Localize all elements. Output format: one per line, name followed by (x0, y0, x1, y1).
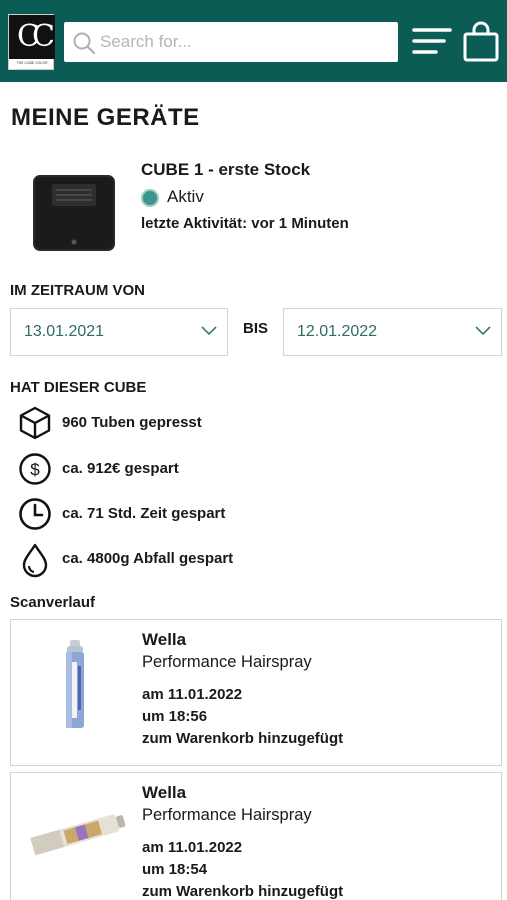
clock-icon (19, 498, 51, 530)
last-activity: letzte Aktivität: vor 1 Minuten (141, 215, 349, 232)
menu-icon (412, 28, 452, 54)
search-icon (73, 32, 96, 55)
stat-waste-text: ca. 4800g Abfall gespart (62, 550, 234, 567)
entry-date: am 11.01.2022 (142, 686, 243, 703)
svg-text:$: $ (30, 460, 40, 479)
entry-action: zum Warenkorb hinzugefügt (142, 883, 344, 900)
history-entry[interactable]: Wella Performance Hairspray am 11.01.202… (10, 772, 502, 900)
device-name[interactable]: CUBE 1 - erste Stock (141, 160, 310, 180)
entry-date: am 11.01.2022 (142, 839, 243, 856)
stat-tubes-text: 960 Tuben gepresst (62, 414, 202, 431)
chevron-down-icon (475, 326, 491, 336)
date-from-select[interactable]: 13.01.2021 (10, 308, 228, 356)
chevron-down-icon (201, 326, 217, 336)
search-bar[interactable] (64, 22, 398, 62)
stats-label: HAT DIESER CUBE (10, 379, 147, 396)
history-label: Scanverlauf (10, 594, 96, 611)
entry-product: Performance Hairspray (142, 806, 312, 824)
top-header: CC THE CUBE COLOR (0, 0, 507, 82)
stat-money-text: ca. 912€ gespart (62, 460, 179, 477)
shopping-bag-icon (463, 21, 499, 62)
hair-color-tube-image (30, 814, 126, 856)
entry-action: zum Warenkorb hinzugefügt (142, 730, 344, 747)
entry-brand: Wella (142, 783, 187, 802)
entry-brand: Wella (142, 630, 187, 649)
hairspray-can-image (66, 640, 84, 728)
device-image (33, 175, 115, 251)
cube-icon (19, 406, 51, 440)
date-to-select[interactable]: 12.01.2022 (283, 308, 502, 356)
date-to-value: 12.01.2022 (297, 323, 378, 340)
history-entry[interactable]: Wella Performance Hairspray am 11.01.202… (10, 619, 502, 766)
page-title: MEINE GERÄTE (11, 104, 200, 131)
brand-logo-mark: CC (9, 15, 55, 59)
date-from-value: 13.01.2021 (24, 323, 105, 340)
entry-product: Performance Hairspray (142, 653, 312, 671)
dollar-icon: $ (19, 453, 51, 485)
search-input[interactable] (100, 28, 390, 56)
menu-button[interactable] (410, 24, 454, 60)
brand-logo[interactable]: CC THE CUBE COLOR (8, 14, 55, 70)
entry-time: um 18:54 (142, 861, 208, 878)
to-label: BIS (243, 320, 269, 337)
cart-button[interactable] (462, 20, 500, 62)
drop-icon (22, 543, 48, 578)
status-indicator-icon (141, 189, 159, 207)
stat-time-text: ca. 71 Std. Zeit gespart (62, 505, 226, 522)
entry-time: um 18:56 (142, 708, 208, 725)
brand-logo-subline: THE CUBE COLOR (16, 61, 48, 65)
period-label: IM ZEITRAUM VON (10, 282, 145, 299)
status-label: Aktiv (167, 187, 204, 206)
